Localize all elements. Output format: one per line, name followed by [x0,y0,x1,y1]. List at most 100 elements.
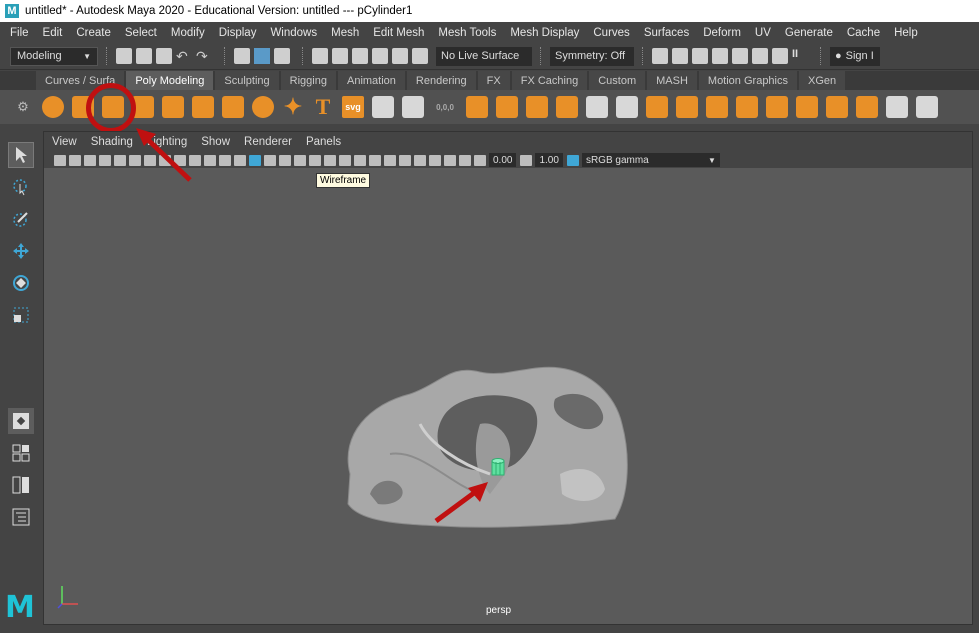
four-view-layout[interactable] [8,440,34,466]
viewport-menu-shading[interactable]: Shading [91,136,133,148]
render-frame-icon[interactable] [672,48,688,64]
anti-aliasing-icon[interactable] [384,154,396,166]
film-gate-icon[interactable] [159,154,171,166]
xray-joints-icon[interactable] [444,154,456,166]
paint-select-tool[interactable] [8,206,34,232]
menu-help[interactable]: Help [894,27,918,39]
render-view-icon[interactable] [652,48,668,64]
safe-title-icon[interactable] [234,154,246,166]
gate-mask-icon[interactable] [189,154,201,166]
select-component-icon[interactable] [274,48,290,64]
viewport-menu-show[interactable]: Show [201,136,230,148]
ipr-render-icon[interactable] [692,48,708,64]
outliner-layout[interactable] [8,504,34,530]
render-settings-icon[interactable] [712,48,728,64]
bevel-icon[interactable] [676,96,698,118]
menu-generate[interactable]: Generate [785,27,833,39]
wireframe-on-shaded-icon[interactable] [294,154,306,166]
smooth-shade-icon[interactable] [264,154,276,166]
rotate-tool[interactable] [8,270,34,296]
menu-windows[interactable]: Windows [270,27,317,39]
tab-custom[interactable]: Custom [589,71,646,90]
redo-icon[interactable]: ↷ [196,48,212,64]
tab-motion-graphics[interactable]: Motion Graphics [698,71,797,90]
menu-cache[interactable]: Cache [847,27,880,39]
snap-surface-icon[interactable] [412,48,428,64]
viewport-panel[interactable]: View Shading Lighting Show Renderer Pane… [43,131,973,625]
menu-edit-mesh[interactable]: Edit Mesh [373,27,424,39]
separate-icon[interactable] [402,96,424,118]
xray-components-icon[interactable] [459,154,471,166]
menu-select[interactable]: Select [125,27,157,39]
type-tool-icon[interactable]: T [312,94,334,119]
snap-grid-icon[interactable] [312,48,328,64]
save-scene-icon[interactable] [156,48,172,64]
collapse-icon[interactable] [766,96,788,118]
field-chart-icon[interactable] [204,154,216,166]
super-shape-icon[interactable]: ✦ [282,94,304,119]
menu-surfaces[interactable]: Surfaces [644,27,689,39]
new-scene-icon[interactable] [116,48,132,64]
platonic-solid-icon[interactable] [252,96,274,118]
tab-sculpting[interactable]: Sculpting [215,71,279,90]
tab-rendering[interactable]: Rendering [406,71,476,90]
menu-edit[interactable]: Edit [43,27,63,39]
wireframe-icon[interactable] [249,154,261,166]
smooth-icon[interactable] [496,96,518,118]
menu-modify[interactable]: Modify [171,27,205,39]
image-plane-icon[interactable] [99,154,111,166]
select-object-icon[interactable] [254,48,270,64]
combine-icon[interactable] [372,96,394,118]
use-all-lights-icon[interactable] [324,154,336,166]
live-surface-field[interactable]: No Live Surface [436,46,532,66]
gear-icon[interactable]: ⚙ [14,99,32,115]
undo-icon[interactable]: ↶ [176,48,192,64]
skull-mesh[interactable] [330,354,650,534]
frame-icon[interactable] [916,96,938,118]
view-transform-dropdown[interactable]: sRGB gamma ▼ [581,153,720,167]
tab-mash[interactable]: MASH [647,71,697,90]
menu-deform[interactable]: Deform [703,27,741,39]
menu-create[interactable]: Create [76,27,111,39]
snap-view-plane-icon[interactable] [372,48,388,64]
select-hierarchy-icon[interactable] [234,48,250,64]
camera-attributes-icon[interactable] [69,154,81,166]
poly-torus-icon[interactable] [162,96,184,118]
open-scene-icon[interactable] [136,48,152,64]
xray-icon[interactable] [429,154,441,166]
tab-poly-modeling[interactable]: Poly Modeling [126,71,214,90]
svg-tool-icon[interactable]: svg [342,96,364,118]
move-tool[interactable] [8,238,34,264]
append-icon[interactable] [706,96,728,118]
bookmark-icon[interactable] [84,154,96,166]
menu-curves[interactable]: Curves [593,27,629,39]
poly-cylinder-object[interactable] [490,458,506,478]
textured-icon[interactable] [309,154,321,166]
extrude-icon[interactable] [646,96,668,118]
menu-set-dropdown[interactable]: Modeling ▼ [10,46,98,66]
menu-mesh-display[interactable]: Mesh Display [510,27,579,39]
bridge-icon[interactable] [586,96,608,118]
menu-mesh-tools[interactable]: Mesh Tools [438,27,496,39]
exposure-field[interactable]: 0.00 [489,153,517,167]
symmetry-dropdown[interactable]: Symmetry: Off [550,46,634,66]
poly-disc-icon[interactable] [222,96,244,118]
merge-icon[interactable] [736,96,758,118]
reduce-icon[interactable] [556,96,578,118]
menu-file[interactable]: File [10,27,29,39]
tab-xgen[interactable]: XGen [799,71,846,90]
lasso-tool[interactable] [8,174,34,200]
center-pivot-icon[interactable]: 0,0,0 [432,96,458,118]
sign-in-button[interactable]: ● Sign I [830,46,880,66]
single-perspective-layout[interactable] [8,408,34,434]
isolate-select-icon[interactable] [414,154,426,166]
menu-mesh[interactable]: Mesh [331,27,359,39]
select-tool[interactable] [8,142,34,168]
viewport-menu-renderer[interactable]: Renderer [244,136,292,148]
mirror-icon[interactable] [466,96,488,118]
boolean-icon[interactable] [526,96,548,118]
default-material-icon[interactable] [279,154,291,166]
viewport-menu-view[interactable]: View [52,136,77,148]
depth-of-field-icon[interactable] [399,154,411,166]
color-management-icon[interactable] [566,154,579,166]
